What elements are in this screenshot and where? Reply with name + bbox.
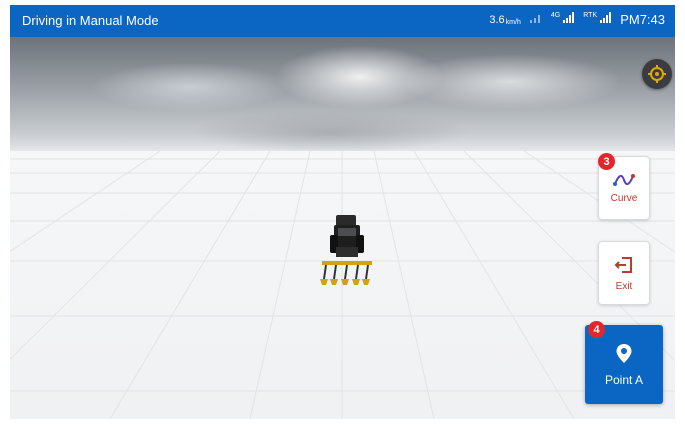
locate-button[interactable] bbox=[642, 59, 672, 89]
speed-readout: 3.6 km/h bbox=[489, 14, 520, 26]
point-a-label: Point A bbox=[604, 372, 644, 387]
curve-step-badge: 3 bbox=[598, 153, 615, 170]
exit-icon bbox=[614, 256, 632, 273]
wifi-icon bbox=[529, 12, 543, 27]
status-bar: Driving in Manual Mode 3.6 km/h 4G RTK P… bbox=[10, 5, 675, 37]
rtk-label: RTK bbox=[583, 12, 598, 19]
speed-value: 3.6 bbox=[489, 13, 505, 26]
status-indicators: 3.6 km/h 4G RTK PM7:43 bbox=[489, 12, 665, 27]
page-title: Driving in Manual Mode bbox=[22, 13, 159, 28]
curve-icon bbox=[613, 173, 635, 186]
point-a-step-badge: 4 bbox=[588, 321, 605, 338]
tractor-icon bbox=[320, 215, 372, 285]
clock: PM7:43 bbox=[620, 12, 665, 27]
rtk-signal: RTK bbox=[583, 12, 612, 27]
speed-unit: km/h bbox=[505, 18, 521, 26]
network-signal: 4G bbox=[551, 12, 575, 27]
curve-label: Curve bbox=[610, 192, 638, 204]
sky-view bbox=[10, 37, 675, 151]
locate-icon bbox=[648, 65, 666, 83]
exit-button[interactable]: Exit bbox=[598, 241, 650, 305]
exit-label: Exit bbox=[615, 280, 633, 292]
location-pin-icon bbox=[616, 343, 632, 363]
signal-icon bbox=[563, 12, 575, 23]
app-frame: Driving in Manual Mode 3.6 km/h 4G RTK P… bbox=[10, 5, 675, 419]
rtk-signal-icon bbox=[600, 12, 612, 23]
network-label: 4G bbox=[550, 12, 561, 19]
